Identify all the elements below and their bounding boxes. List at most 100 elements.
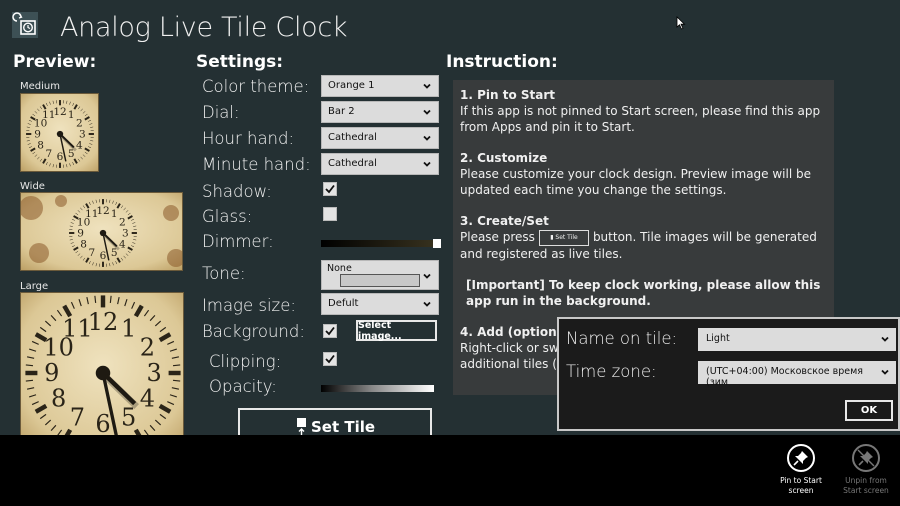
tile-options-flyout: Name on tile: Light Time zone: (UTC+04:0… (557, 317, 900, 431)
app-logo-icon (12, 12, 38, 38)
pin-label-line2: screen (788, 486, 814, 495)
minute-tick (172, 379, 181, 382)
clock-numeral: 12 (88, 308, 119, 336)
minute-tick (25, 379, 34, 382)
ok-button[interactable]: OK (845, 400, 893, 421)
color-theme-select[interactable]: Orange 1 (321, 75, 439, 97)
clock-numeral: 4 (76, 140, 83, 152)
dimmer-label: Dimmer: (202, 232, 274, 251)
clipping-label: Clipping: (209, 352, 282, 371)
clock-numeral: 1 (121, 315, 136, 343)
select-image-button[interactable]: Select image... (356, 320, 437, 342)
instruction-heading: Instruction: (446, 52, 558, 72)
clock-center (95, 365, 111, 381)
time-zone-select[interactable]: (UTC+04:00) Московское время (зим (698, 361, 896, 388)
inline-set-tile-button: ▮ Set Tile (538, 229, 589, 246)
time-zone-value: (UTC+04:00) Московское время (зим (706, 366, 863, 388)
set-tile-button[interactable]: Set Tile (238, 408, 432, 435)
preview-tile-medium: 1 2 3 4 5 6 7 8 9 10 11 12 (20, 93, 99, 172)
image-size-value: Defult (328, 298, 359, 309)
clock-numeral: 9 (44, 359, 59, 387)
clock-numeral: 8 (37, 140, 44, 152)
clock-center (99, 229, 107, 237)
pin-to-start-button[interactable]: Pin to Start screen (771, 444, 831, 496)
inline-set-tile-label: Set Tile (555, 233, 578, 241)
clock-numeral: 9 (34, 129, 41, 141)
clock-numeral: 3 (147, 359, 162, 387)
preview-heading: Preview: (13, 52, 97, 72)
preview-tile-large: 1 2 3 4 5 6 7 8 9 10 11 12 (20, 292, 184, 435)
unpin-from-start-button[interactable]: Unpin from Start screen (836, 444, 896, 496)
set-tile-label: Set Tile (310, 418, 376, 435)
name-on-tile-value: Light (706, 333, 730, 344)
color-theme-label: Color theme: (202, 77, 310, 96)
floral-decoration (29, 243, 49, 263)
background-checkbox[interactable] (323, 324, 337, 338)
chevron-down-icon (423, 83, 431, 89)
chevron-down-icon (423, 109, 431, 115)
clock-numeral: 6 (95, 410, 110, 435)
step-text: Please customize your clock design. Prev… (460, 167, 811, 197)
pin-icon (787, 444, 815, 472)
step-title: 1. Pin to Start (460, 88, 556, 102)
minute-hand-select[interactable]: Cathedral (321, 153, 439, 175)
shadow-label: Shadow: (202, 182, 272, 201)
clock-numeral: 6 (100, 250, 107, 262)
name-on-tile-select[interactable]: Light (698, 328, 896, 351)
checkmark-icon (325, 354, 335, 364)
clock-numeral: 4 (140, 385, 155, 413)
clock-numeral: 7 (45, 148, 52, 160)
clock-center (56, 130, 64, 138)
minute-tick (172, 364, 181, 367)
dimmer-slider-thumb[interactable] (433, 239, 441, 248)
glass-checkbox[interactable] (323, 207, 337, 221)
clock-numeral: 2 (140, 333, 155, 361)
clock-numeral: 2 (119, 216, 126, 228)
instruction-step-2: 2. Customize Please customize your clock… (460, 150, 827, 198)
step-text: If this app is not pinned to Start scree… (460, 104, 821, 134)
clock-numeral: 1 (111, 208, 118, 220)
clock-numeral: 12 (96, 205, 109, 217)
chevron-down-icon (881, 336, 889, 342)
shadow-checkbox[interactable] (323, 182, 337, 196)
instruction-step-1: 1. Pin to Start If this app is not pinne… (460, 87, 827, 135)
instruction-step-3: 3. Create/Set Please press ▮ Set Tile butt… (460, 213, 827, 262)
preview-label-medium: Medium (20, 81, 60, 92)
clock-numeral: 2 (76, 117, 83, 129)
dial-value: Bar 2 (328, 106, 355, 117)
minute-tick (94, 295, 97, 304)
step-title: 2. Customize (460, 151, 548, 165)
clock-numeral: 1 (68, 109, 75, 121)
clipping-checkbox[interactable] (323, 352, 337, 366)
hour-hand-select[interactable]: Cathedral (321, 127, 439, 149)
checkmark-icon (325, 184, 335, 194)
clock-numeral: 4 (119, 239, 126, 251)
step-title: 3. Create/Set (460, 214, 549, 228)
tone-label: Tone: (202, 264, 246, 283)
dimmer-slider[interactable] (321, 239, 441, 248)
minute-hand-label: Minute hand: (202, 155, 311, 174)
tone-value: None (327, 263, 352, 274)
preview-tile-wide: 1 2 3 4 5 6 7 8 9 10 11 12 (20, 192, 183, 271)
opacity-slider[interactable] (321, 385, 434, 392)
set-tile-icon (296, 418, 306, 435)
clock-numeral: 8 (51, 385, 66, 413)
minute-tick (109, 295, 112, 304)
chevron-down-icon (423, 161, 431, 167)
unpin-label-line2: Start screen (843, 486, 889, 495)
checkmark-icon (325, 326, 335, 336)
chevron-down-icon (423, 273, 431, 279)
tone-color-swatch (340, 274, 420, 287)
unpin-icon (852, 444, 880, 472)
app-title: Analog Live Tile Clock (60, 12, 348, 43)
pin-label-line1: Pin to Start (780, 476, 822, 485)
minute-tick (25, 364, 34, 367)
dial-select[interactable]: Bar 2 (321, 101, 439, 123)
clock-numeral: 3 (122, 228, 129, 240)
image-size-select[interactable]: Defult (321, 293, 439, 315)
glass-label: Glass: (202, 207, 253, 226)
tone-select[interactable]: None (321, 260, 439, 290)
floral-decoration (163, 205, 179, 221)
color-theme-value: Orange 1 (328, 80, 375, 91)
chevron-down-icon (423, 301, 431, 307)
